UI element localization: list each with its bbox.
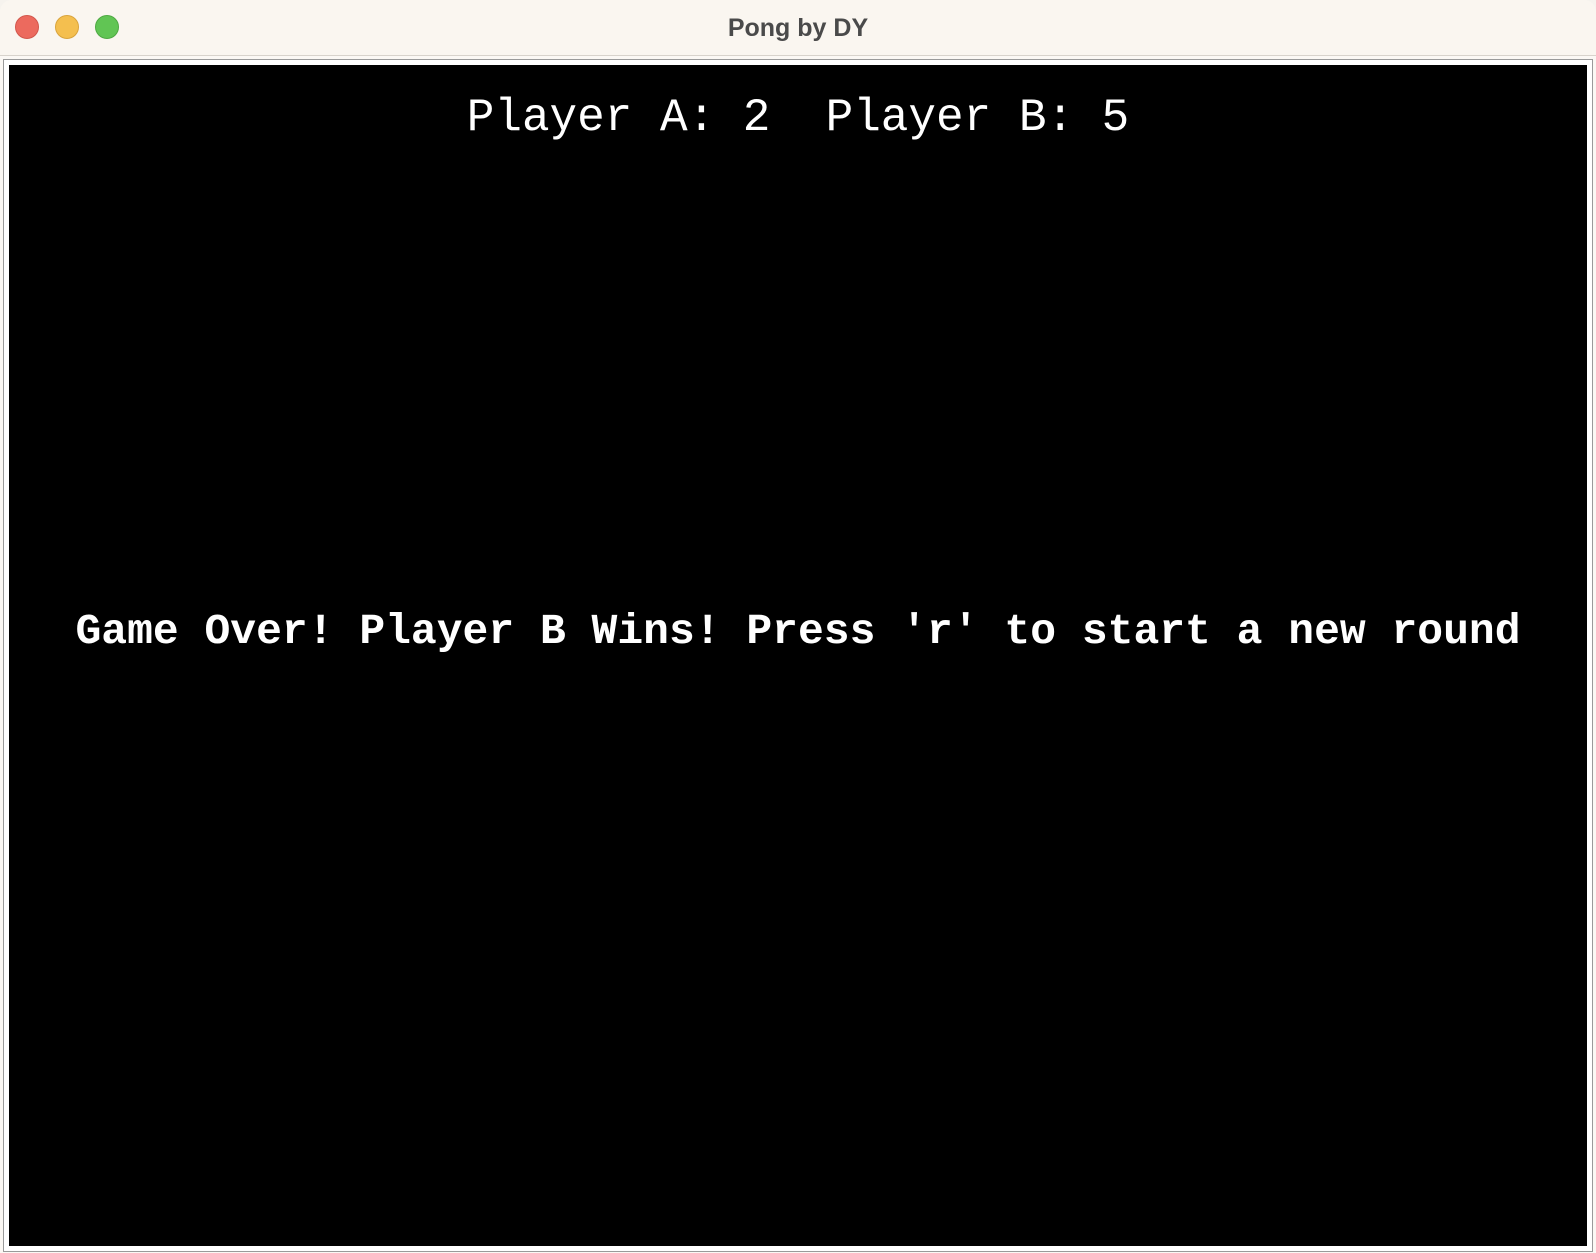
game-over-message: Game Over! Player B Wins! Press 'r' to s…: [75, 607, 1521, 656]
window-title: Pong by DY: [727, 14, 869, 42]
title-bar[interactable]: Pong by DY: [0, 0, 1596, 56]
app-window: Pong by DY Player A: 2 Player B: 5 Game …: [0, 0, 1596, 1253]
scoreboard: Player A: 2 Player B: 5: [466, 92, 1130, 144]
